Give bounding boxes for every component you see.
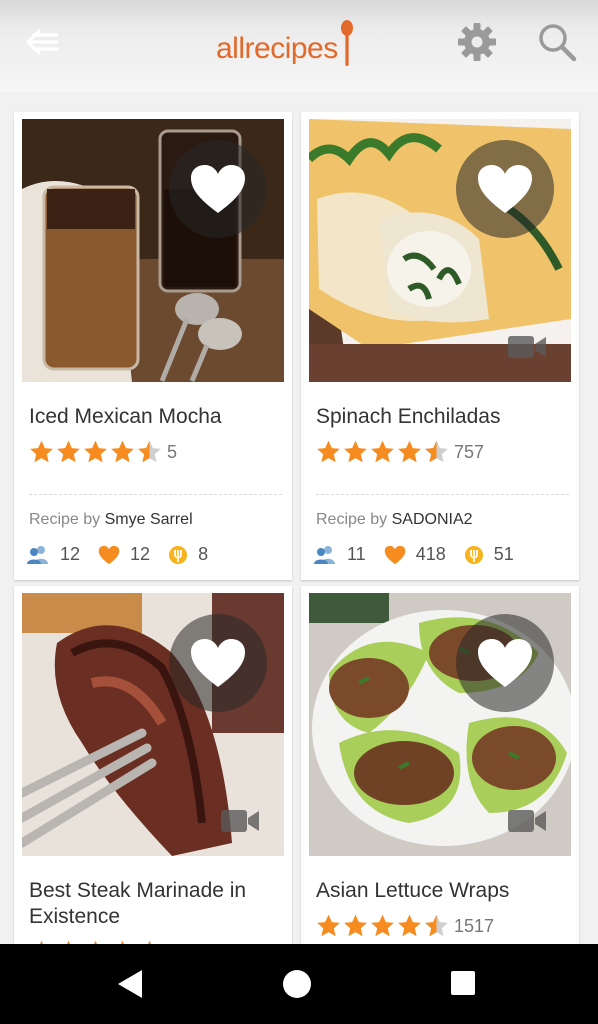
recipe-title[interactable]: Spinach Enchiladas (316, 404, 566, 430)
favorites-stat: 12 (98, 544, 150, 565)
star-icon (344, 914, 367, 937)
favorites-count: 12 (130, 544, 151, 564)
heart-icon (191, 165, 245, 213)
made-it-stat: 8 (168, 544, 208, 565)
recipe-stats: 12 12 8 (26, 544, 226, 565)
star-icon (371, 914, 394, 937)
video-icon (508, 810, 546, 832)
nav-home-icon[interactable] (283, 970, 311, 998)
spoon-icon (340, 20, 353, 66)
divider (29, 494, 282, 495)
recipe-card[interactable]: Best Steak Marinade in Existence (14, 586, 292, 966)
half-star-icon (425, 914, 448, 937)
made-it-stat: 51 (464, 544, 514, 565)
recipe-by-label: Recipe by (29, 511, 101, 528)
rating-stars: 757 (315, 439, 484, 465)
recipe-card[interactable]: Asian Lettuce Wraps 1517 (301, 586, 579, 966)
recipe-title[interactable]: Iced Mexican Mocha (29, 404, 279, 430)
rating-count: 5 (167, 441, 178, 462)
author-name[interactable]: SADONIA2 (392, 511, 473, 528)
rating-count: 757 (454, 441, 485, 462)
recipe-byline: Recipe by Smye Sarrel (29, 511, 193, 529)
star-icon (371, 440, 394, 463)
star-icon (317, 440, 340, 463)
recipe-stats: 11 418 51 (313, 544, 532, 565)
logo-text: allrecipes (216, 32, 338, 65)
star-icon (30, 440, 53, 463)
rating-count: 1517 (454, 915, 495, 936)
star-icon (317, 914, 340, 937)
star-icon (344, 440, 367, 463)
heart-filled-icon (384, 545, 405, 564)
recipe-title[interactable]: Asian Lettuce Wraps (316, 878, 566, 904)
top-app-bar: allrecipes (0, 0, 598, 92)
author-name[interactable]: Smye Sarrel (105, 511, 193, 528)
heart-icon (478, 165, 532, 213)
star-icon (111, 440, 134, 463)
divider (316, 494, 569, 495)
rating-stars: 1517 (315, 913, 494, 939)
recipe-byline: Recipe by SADONIA2 (316, 511, 473, 529)
gear-icon[interactable] (456, 21, 498, 63)
heart-icon (191, 639, 245, 687)
favorite-toggle[interactable] (169, 614, 267, 712)
nav-recents-icon[interactable] (451, 971, 475, 995)
made-it-count: 8 (198, 544, 209, 564)
heart-filled-icon (98, 545, 120, 564)
back-arrow-icon[interactable] (24, 26, 60, 58)
heart-icon (478, 639, 532, 687)
favorite-toggle[interactable] (456, 614, 554, 712)
favorites-count: 418 (415, 544, 446, 564)
cooks-count: 12 (60, 544, 81, 564)
made-it-icon (169, 545, 188, 564)
recipe-card[interactable]: Iced Mexican Mocha 5 Recipe by Smye Sarr… (14, 112, 292, 580)
search-icon[interactable] (536, 21, 578, 63)
favorite-toggle[interactable] (456, 140, 554, 238)
video-icon (221, 810, 259, 832)
star-icon (398, 440, 421, 463)
recipe-by-label: Recipe by (316, 511, 388, 528)
app-root: allrecipes Iced Mexican Mocha 5 Recipe b… (0, 0, 598, 1024)
video-icon (508, 336, 546, 358)
star-icon (57, 440, 80, 463)
half-star-icon (425, 440, 448, 463)
allrecipes-logo[interactable]: allrecipes (216, 20, 355, 70)
recipe-title[interactable]: Best Steak Marinade in Existence (29, 878, 279, 930)
made-it-icon (464, 545, 483, 564)
recipe-card[interactable]: Spinach Enchiladas 757 Recipe by SADONIA… (301, 112, 579, 580)
star-icon (84, 440, 107, 463)
people-icon (314, 545, 335, 564)
cooks-stat: 12 (26, 544, 80, 565)
favorites-stat: 418 (384, 544, 446, 565)
favorite-toggle[interactable] (169, 140, 267, 238)
people-icon (27, 545, 48, 564)
star-icon (398, 914, 421, 937)
made-it-count: 51 (493, 544, 514, 564)
rating-stars: 5 (28, 439, 177, 465)
half-star-icon (138, 440, 161, 463)
cooks-count: 11 (347, 544, 366, 564)
cooks-stat: 11 (313, 544, 366, 565)
nav-back-icon[interactable] (116, 968, 144, 1000)
